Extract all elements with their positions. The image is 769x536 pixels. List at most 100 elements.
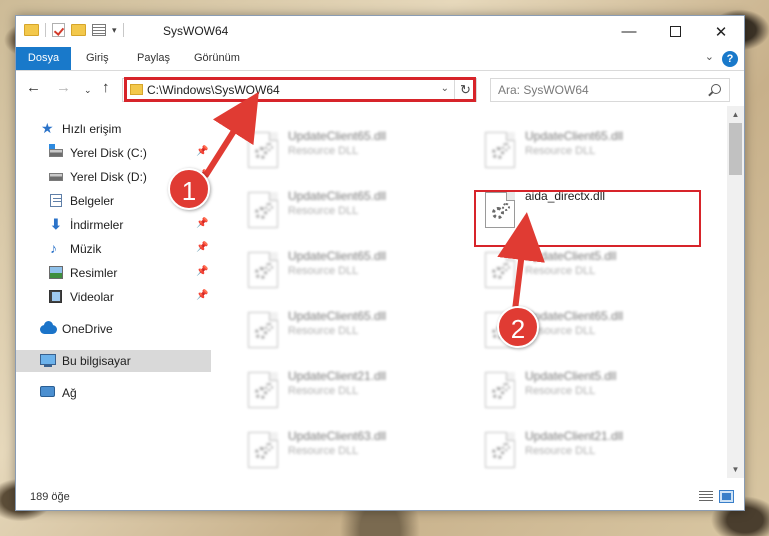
dll-file-icon bbox=[248, 192, 278, 228]
file-item[interactable]: UpdateClient5.dll Resource DLL bbox=[477, 244, 707, 296]
gear-icon bbox=[502, 203, 510, 211]
tab-file[interactable]: Dosya bbox=[16, 47, 71, 70]
item-count: 189 öğe bbox=[30, 491, 70, 503]
dll-file-icon bbox=[485, 252, 515, 288]
file-name: UpdateClient63.dll bbox=[288, 429, 387, 443]
nav-item-label: Belgeler bbox=[70, 194, 115, 208]
forward-button[interactable]: → bbox=[56, 80, 71, 96]
file-name: aida_directx.dll bbox=[525, 189, 606, 203]
search-input[interactable]: Ara: SysWOW64 bbox=[498, 83, 589, 97]
refresh-button[interactable]: ↻ bbox=[454, 79, 476, 101]
dll-file-icon bbox=[485, 132, 515, 168]
customize-toolbar-icon[interactable]: ▾ bbox=[112, 25, 117, 36]
nav-item-videos[interactable]: Videolar 📌 bbox=[16, 286, 211, 308]
scroll-up-button[interactable]: ▲ bbox=[727, 106, 744, 123]
address-bar[interactable]: C:\Windows\SysWOW64 ⌄ ↻ bbox=[122, 78, 477, 102]
nav-item-onedrive[interactable]: OneDrive bbox=[16, 318, 211, 340]
gear-icon bbox=[265, 143, 273, 151]
file-item[interactable]: UpdateClient63.dll Resource DLL bbox=[240, 424, 470, 476]
nav-item-this-pc[interactable]: Bu bilgisayar bbox=[16, 350, 211, 372]
navigation-pane: ★ Hızlı erişim Yerel Disk (C:) 📌 Yerel D… bbox=[16, 106, 211, 478]
file-type: Resource DLL bbox=[288, 325, 359, 337]
videos-icon bbox=[49, 290, 62, 303]
up-button[interactable]: ↑ bbox=[102, 80, 110, 96]
file-type: Resource DLL bbox=[288, 445, 359, 457]
gear-icon bbox=[265, 383, 273, 391]
nav-item-network[interactable]: Ağ bbox=[16, 382, 211, 404]
file-type: Resource DLL bbox=[288, 265, 359, 277]
new-folder-icon[interactable] bbox=[71, 24, 86, 36]
file-type: Resource DLL bbox=[525, 385, 596, 397]
properties-icon[interactable] bbox=[92, 24, 106, 36]
close-button[interactable]: ✕ bbox=[698, 16, 744, 47]
scroll-down-button[interactable]: ▼ bbox=[727, 461, 744, 478]
tab-share[interactable]: Paylaş bbox=[137, 47, 170, 70]
nav-item-label: İndirmeler bbox=[70, 218, 124, 232]
scroll-thumb[interactable] bbox=[729, 123, 742, 175]
recent-locations-button[interactable]: ⌄ bbox=[84, 82, 92, 98]
nav-item-label: Resimler bbox=[70, 266, 118, 280]
gear-icon bbox=[502, 383, 510, 391]
nav-item-label: Yerel Disk (D:) bbox=[70, 170, 147, 184]
maximize-icon bbox=[669, 26, 681, 37]
file-item[interactable]: UpdateClient65.dll Resource DLL bbox=[240, 244, 470, 296]
downloads-icon: ⬇ bbox=[50, 216, 62, 232]
nav-item-label: Bu bilgisayar bbox=[62, 354, 131, 368]
pin-icon: 📌 bbox=[196, 146, 209, 157]
callout-badge-1: 1 bbox=[168, 168, 210, 210]
maximize-button[interactable] bbox=[652, 16, 698, 47]
toolbar-divider bbox=[122, 23, 124, 37]
file-item-aida-directx[interactable]: aida_directx.dll bbox=[477, 184, 707, 236]
dll-file-icon bbox=[248, 432, 278, 468]
file-name: UpdateClient65.dll bbox=[288, 129, 387, 143]
documents-icon bbox=[50, 194, 62, 207]
nav-item-music[interactable]: ♪ Müzik 📌 bbox=[16, 238, 211, 260]
gear-icon bbox=[265, 443, 273, 451]
search-box[interactable]: Ara: SysWOW64 bbox=[490, 78, 730, 102]
gear-icon bbox=[502, 263, 510, 271]
title-bar: ▾ SysWOW64 — ✕ bbox=[16, 16, 744, 47]
minimize-button[interactable]: — bbox=[606, 16, 652, 47]
file-item[interactable]: UpdateClient21.dll Resource DLL bbox=[477, 424, 707, 476]
file-name: UpdateClient5.dll bbox=[525, 249, 617, 263]
nav-item-local-disk-c[interactable]: Yerel Disk (C:) 📌 bbox=[16, 142, 211, 164]
file-name: UpdateClient65.dll bbox=[525, 309, 624, 323]
file-type: Resource DLL bbox=[525, 445, 596, 457]
nav-item-quick-access[interactable]: ★ Hızlı erişim bbox=[16, 118, 211, 140]
tab-home[interactable]: Giriş bbox=[86, 47, 109, 70]
search-icon[interactable] bbox=[711, 84, 721, 94]
file-item[interactable]: UpdateClient65.dll Resource DLL bbox=[240, 184, 470, 236]
back-button[interactable]: ← bbox=[26, 80, 41, 96]
file-item[interactable]: UpdateClient21.dll Resource DLL bbox=[240, 364, 470, 416]
window-title: SysWOW64 bbox=[163, 24, 229, 38]
dll-file-icon bbox=[485, 372, 515, 408]
expand-ribbon-icon[interactable]: ⌄ bbox=[705, 50, 714, 63]
quick-access-toolbar: ▾ bbox=[24, 23, 124, 37]
details-view-icon[interactable] bbox=[699, 491, 713, 502]
dll-file-icon bbox=[485, 192, 515, 228]
file-item[interactable]: UpdateClient65.dll Resource DLL bbox=[240, 124, 470, 176]
file-name: UpdateClient21.dll bbox=[288, 369, 387, 383]
file-name: UpdateClient5.dll bbox=[525, 369, 617, 383]
nav-item-downloads[interactable]: ⬇ İndirmeler 📌 bbox=[16, 214, 211, 236]
navigation-bar: ← → ⌄ ↑ C:\Windows\SysWOW64 ⌄ ↻ Ara: Sys… bbox=[16, 72, 744, 106]
file-item[interactable]: UpdateClient5.dll Resource DLL bbox=[477, 364, 707, 416]
tab-view[interactable]: Görünüm bbox=[194, 47, 240, 70]
help-icon[interactable]: ? bbox=[722, 51, 738, 67]
nav-item-pictures[interactable]: Resimler 📌 bbox=[16, 262, 211, 284]
file-item[interactable]: UpdateClient65.dll Resource DLL bbox=[240, 304, 470, 356]
vertical-scrollbar[interactable]: ▲ ▼ bbox=[727, 106, 744, 478]
dll-file-icon bbox=[248, 312, 278, 348]
ribbon: Dosya Giriş Paylaş Görünüm ⌄ ? bbox=[16, 47, 744, 71]
address-path[interactable]: C:\Windows\SysWOW64 bbox=[147, 83, 280, 97]
file-item[interactable]: UpdateClient65.dll Resource DLL bbox=[477, 124, 707, 176]
properties-check-icon[interactable] bbox=[52, 23, 65, 37]
nav-item-label: Yerel Disk (C:) bbox=[70, 146, 147, 160]
address-dropdown-button[interactable]: ⌄ bbox=[441, 83, 449, 94]
gear-icon bbox=[502, 143, 510, 151]
gear-icon bbox=[265, 263, 273, 271]
large-icons-view-icon[interactable] bbox=[719, 490, 734, 503]
pin-icon: 📌 bbox=[196, 290, 209, 301]
nav-item-label: Hızlı erişim bbox=[62, 122, 122, 136]
network-icon bbox=[40, 386, 55, 397]
